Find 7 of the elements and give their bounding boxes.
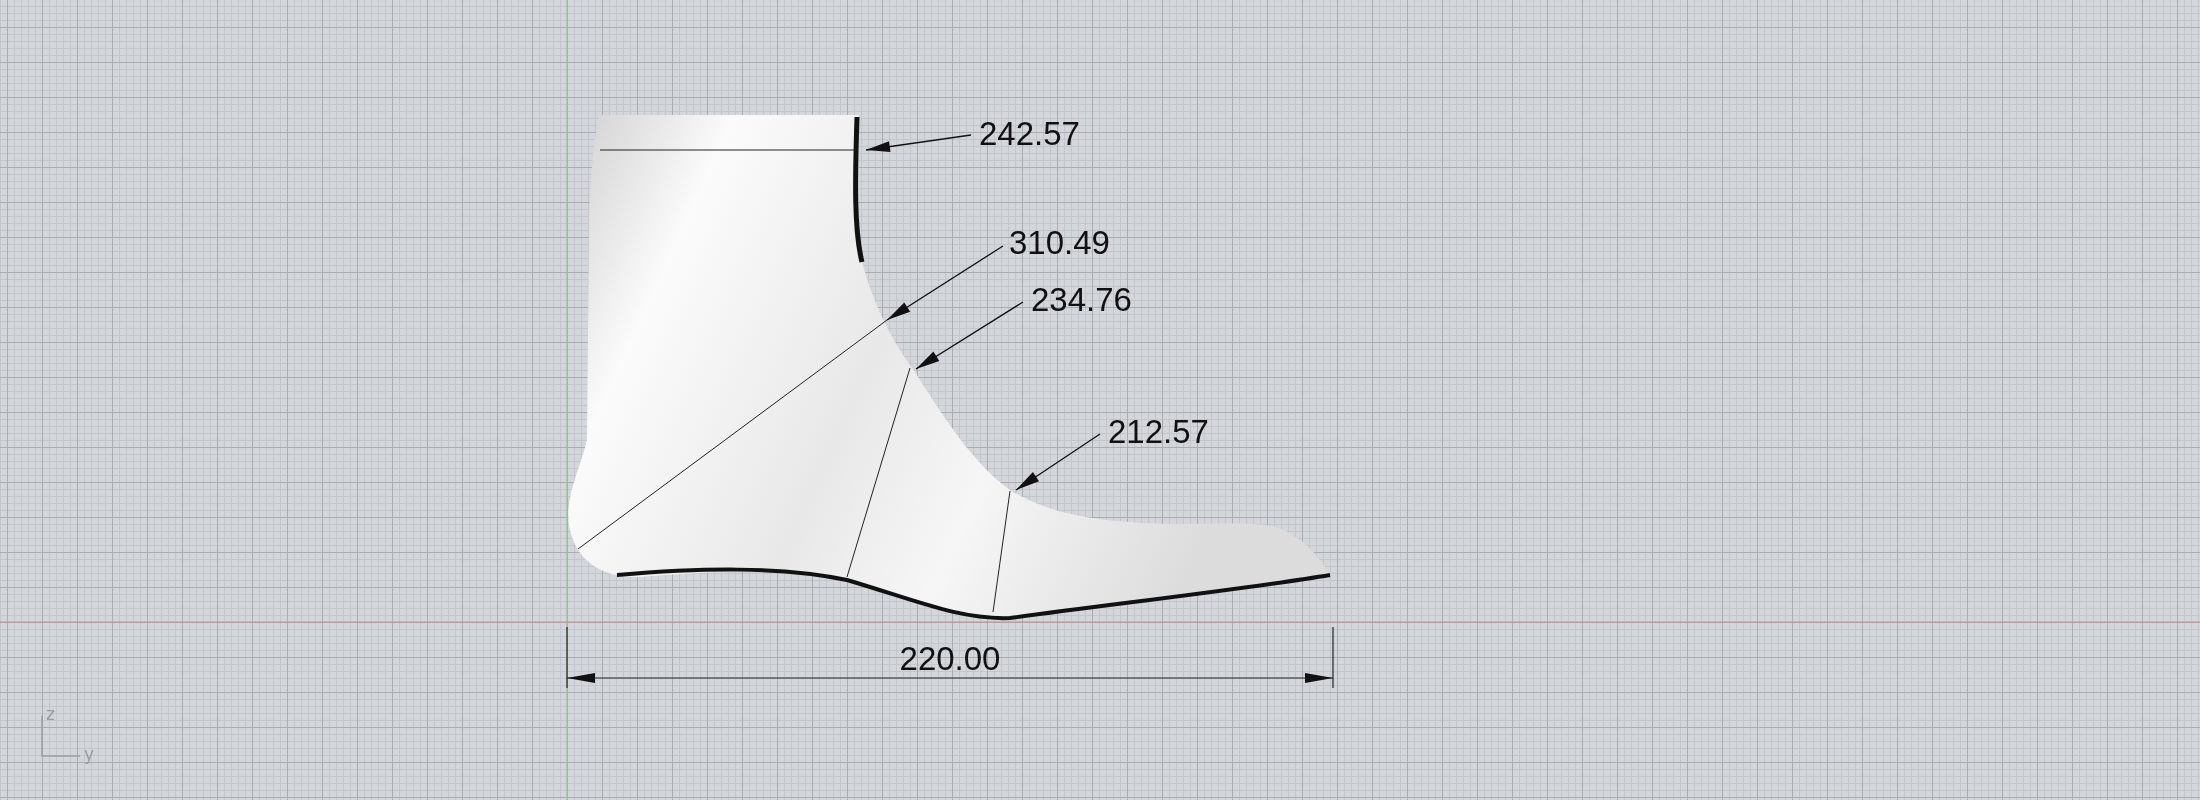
- dimension-label: 234.76: [1031, 281, 1132, 318]
- axis-label: z: [46, 704, 55, 724]
- dimension-label: 310.49: [1009, 224, 1110, 261]
- dimension-label: 220.00: [899, 640, 1001, 677]
- axis-label: y: [84, 744, 95, 764]
- dimension-label: 212.57: [1108, 413, 1209, 450]
- dimension-label: 242.57: [979, 115, 1080, 152]
